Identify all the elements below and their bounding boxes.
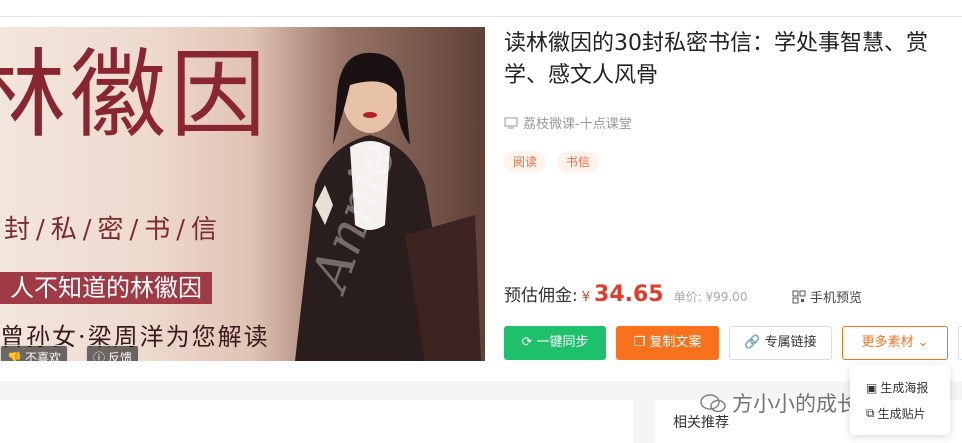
chevron-down-icon: ⌄	[917, 335, 929, 350]
unit-price: 单价: ¥99.00	[673, 290, 748, 304]
wechat-icon	[700, 394, 726, 413]
thumbs-down-icon: 👎	[7, 351, 22, 361]
exclusive-link-button[interactable]: 🔗 专属链接	[729, 326, 832, 360]
top-bar	[0, 0, 962, 17]
course-title[interactable]: 读林徽因的30封私密书信：学处事智慧、赏学、感文人风骨	[504, 28, 962, 92]
info-icon: ⓘ	[93, 351, 106, 361]
qr-code-icon	[792, 290, 806, 303]
dislike-label: 不喜欢	[24, 351, 61, 361]
sync-icon: ⟳	[521, 335, 533, 350]
poster-icon: ▣	[866, 380, 878, 395]
tag-chip[interactable]: 书信	[557, 151, 600, 173]
link-icon: 🔗	[744, 335, 761, 350]
course-banner-image[interactable]: 林徽因 封/私/密/书/信 人不知道的林徽因 曾孙女·梁周洋为您解读 Annie…	[0, 27, 485, 361]
link-label: 专属链接	[764, 335, 817, 350]
content-panel	[0, 400, 634, 443]
sticker-icon: ⧉	[866, 406, 875, 420]
banner-subtitle: 封/私/密/书/信	[4, 215, 224, 245]
monitor-icon	[504, 116, 518, 129]
poster-label: 生成海报	[880, 381, 929, 395]
mobile-preview-button[interactable]: 手机预览	[792, 287, 862, 306]
copy-icon: ❐	[633, 335, 646, 350]
tag-chip[interactable]: 阅读	[504, 151, 547, 173]
generate-sticker-item[interactable]: ⧉ 生成贴片	[866, 405, 926, 422]
banner-big-title: 林徽因	[0, 39, 270, 151]
feedback-button[interactable]: ⓘ 反馈	[86, 345, 140, 361]
overflow-button[interactable]	[958, 326, 962, 360]
commission-label: 预估佣金:	[504, 286, 578, 306]
more-label: 更多素材	[861, 335, 914, 350]
dislike-button[interactable]: 👎 不喜欢	[0, 345, 68, 361]
course-source: 荔枝微课-十点课堂	[504, 113, 632, 132]
sync-label: 一键同步	[536, 335, 589, 350]
banner-tagline: 人不知道的林徽因	[0, 272, 212, 304]
generate-poster-item[interactable]: ▣ 生成海报	[866, 379, 928, 396]
commission-row: 预估佣金: ¥ 34.65 单价: ¥99.00	[504, 281, 747, 307]
currency-symbol: ¥	[581, 290, 591, 305]
copy-label: 复制文案	[649, 335, 702, 350]
preview-label: 手机预览	[810, 291, 863, 306]
commission-value: 34.65	[594, 282, 664, 307]
feedback-label: 反馈	[108, 351, 133, 361]
sticker-label: 生成贴片	[877, 407, 926, 421]
source-label: 荔枝微课-十点课堂	[523, 117, 632, 132]
more-materials-dropdown: ▣ 生成海报 ⧉ 生成贴片	[850, 365, 950, 435]
one-click-sync-button[interactable]: ⟳ 一键同步	[504, 326, 606, 360]
copy-copywriting-button[interactable]: ❐ 复制文案	[616, 326, 719, 360]
more-materials-button[interactable]: 更多素材 ⌄	[842, 326, 948, 360]
